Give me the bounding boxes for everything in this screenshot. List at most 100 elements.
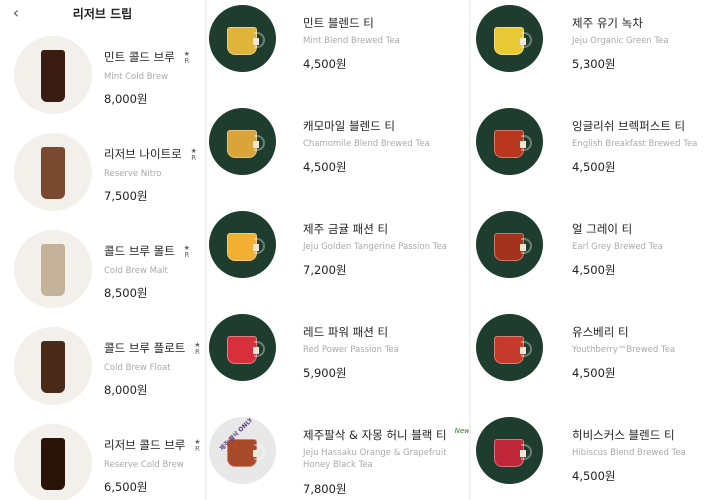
glass-icon (41, 438, 65, 490)
product-english-name: Jeju Golden Tangerine Passion Tea (303, 242, 447, 252)
glass-icon (41, 244, 65, 296)
product-price: 4,500원 (572, 160, 616, 174)
tea-tag-icon (253, 450, 259, 457)
menu-item[interactable]: 얼 그레이 티 Earl Grey Brewed Tea 4,500원 (471, 208, 710, 311)
new-badge: New (454, 427, 469, 435)
product-name: 유스베리 티 (572, 324, 629, 340)
product-english-name: Reserve Cold Brew (104, 460, 184, 470)
product-english-name: Mint Cold Brew (104, 72, 169, 82)
menu-item[interactable]: 캐모마일 블렌드 티 Chamomile Blend Brewed Tea 4,50… (207, 105, 469, 208)
menu-item[interactable]: 콜드 브루 몰트 ★ R Cold Brew Malt 8,500원 (0, 228, 205, 325)
product-price: 4,500원 (572, 469, 616, 483)
product-price: 5,300원 (572, 57, 616, 71)
menu-item[interactable]: 콜드 브루 플로트 ★ R Cold Brew Float 8,000원 (0, 325, 205, 422)
product-name-text: 제주팔삭 & 자몽 허니 블랙 티 (303, 428, 447, 442)
tea-tag-icon (253, 38, 259, 45)
product-english-name: Earl Grey Brewed Tea (572, 242, 663, 252)
menu-item[interactable]: 리저브 콜드 브루 ★ R Reserve Cold Brew 6,500원 (0, 422, 205, 500)
reserve-star-icon: ★ R (183, 243, 190, 259)
product-price: 6,500원 (104, 480, 148, 494)
product-image (14, 327, 92, 405)
product-name: 얼 그레이 티 (572, 221, 632, 237)
product-image (14, 230, 92, 308)
product-english-name: Jeju Organic Green Tea (572, 36, 669, 46)
product-name-text: 민트 블렌드 티 (303, 16, 374, 30)
menu-item[interactable]: 레드 파워 패션 티 Red Power Passion Tea 5,900원 (207, 311, 469, 414)
product-english-name: Chamomile Blend Brewed Tea (303, 139, 430, 149)
tea-tag-icon (520, 450, 526, 457)
product-image (14, 36, 92, 114)
product-name: 콜드 브루 플로트 ★ R (104, 340, 203, 356)
product-price: 7,200원 (303, 263, 347, 277)
product-price: 8,000원 (104, 383, 148, 397)
product-name-text: 제주 금귤 패션 티 (303, 222, 389, 236)
product-image (476, 211, 543, 278)
menu-item[interactable]: 제주 팔삭 ONLY 제주팔삭 & 자몽 허니 블랙 티 New Jeju Hassa… (207, 414, 469, 500)
product-name-text: 제주 유기 녹차 (572, 16, 643, 30)
tea-tag-icon (520, 38, 526, 45)
top-bar: ‹ 리저브 드립 (0, 0, 205, 34)
product-name: 레드 파워 패션 티 (303, 324, 388, 340)
product-english-name: Cold Brew Float (104, 363, 171, 373)
product-name: 제주팔삭 & 자몽 허니 블랙 티 New (303, 427, 469, 443)
product-price: 4,500원 (572, 366, 616, 380)
tea-list-panel-2: 제주 유기 녹차 Jeju Organic Green Tea 5,300원잉글리쉬… (471, 0, 710, 500)
product-name: 리저브 콜드 브루 ★ R (104, 437, 203, 453)
product-name-text: 캐모마일 블렌드 티 (303, 119, 395, 133)
product-english-name: Mint Blend Brewed Tea (303, 36, 400, 46)
product-image (476, 108, 543, 175)
tea-tag-icon (520, 347, 526, 354)
product-name: 잉글리쉬 브렉퍼스트 티 (572, 118, 685, 134)
menu-item[interactable]: 제주 금귤 패션 티 Jeju Golden Tangerine Passion … (207, 208, 469, 311)
product-name-text: 콜드 브루 몰트 (104, 244, 175, 258)
product-english-name: Youthberry™Brewed Tea (572, 345, 676, 355)
tea-tag-icon (253, 141, 259, 148)
glass-icon (41, 50, 65, 102)
product-english-name: Jeju Hassaku Orange & Grapefruit Honey B… (303, 448, 447, 470)
menu-item[interactable]: 리저브 나이트로 ★ R Reserve Nitro 7,500원 (0, 131, 205, 228)
product-name-text: 유스베리 티 (572, 325, 629, 339)
product-image (14, 133, 92, 211)
menu-item[interactable]: 히비스커스 블렌드 티 Hibiscus Blend Brewed Tea 4,50… (471, 414, 710, 500)
product-image (209, 314, 276, 381)
product-price: 4,500원 (303, 57, 347, 71)
menu-item[interactable]: 제주 유기 녹차 Jeju Organic Green Tea 5,300원 (471, 2, 710, 105)
menu-item[interactable]: 민트 콜드 브루 ★ R Mint Cold Brew 8,000원 (0, 34, 205, 131)
product-image (209, 108, 276, 175)
menu-item[interactable]: 잉글리쉬 브렉퍼스트 티 English Breakfast Brewed Tea… (471, 105, 710, 208)
menu-item[interactable]: 유스베리 티 Youthberry™Brewed Tea 4,500원 (471, 311, 710, 414)
tea-tag-icon (253, 244, 259, 251)
product-english-name: English Breakfast Brewed Tea (572, 139, 698, 149)
product-image (476, 417, 543, 484)
product-name-text: 콜드 브루 플로트 (104, 341, 186, 355)
glass-icon (41, 147, 65, 199)
product-name-text: 민트 콜드 브루 (104, 50, 175, 64)
reserve-star-icon: ★ R (194, 437, 201, 453)
product-price: 8,500원 (104, 286, 148, 300)
product-image (209, 5, 276, 72)
tea-tag-icon (253, 347, 259, 354)
glass-icon (41, 341, 65, 393)
page-title: 리저브 드립 (72, 7, 133, 21)
menu-item[interactable]: 민트 블렌드 티 Mint Blend Brewed Tea 4,500원 (207, 2, 469, 105)
product-english-name: Cold Brew Malt (104, 266, 168, 276)
product-name: 히비스커스 블렌드 티 (572, 427, 675, 443)
product-english-name: Hibiscus Blend Brewed Tea (572, 448, 686, 458)
product-name-text: 얼 그레이 티 (572, 222, 633, 236)
product-name-text: 리저브 나이트로 (104, 147, 182, 161)
reserve-drip-panel: ‹ 리저브 드립 민트 콜드 브루 ★ R Mint Cold Brew 8,000원 리… (0, 0, 205, 500)
product-image: 제주 팔삭 ONLY (209, 417, 276, 484)
reserve-star-icon: ★ R (194, 340, 201, 356)
product-price: 4,500원 (572, 263, 616, 277)
product-name: 캐모마일 블렌드 티 (303, 118, 395, 134)
product-name: 제주 유기 녹차 (572, 15, 643, 31)
product-name-text: 레드 파워 패션 티 (303, 325, 389, 339)
product-english-name: Reserve Nitro (104, 169, 162, 179)
product-name: 제주 금귤 패션 티 (303, 221, 388, 237)
product-image (476, 314, 543, 381)
product-price: 4,500원 (303, 160, 347, 174)
product-name: 콜드 브루 몰트 ★ R (104, 243, 193, 259)
product-image (476, 5, 543, 72)
reserve-star-icon: ★ R (183, 49, 190, 65)
product-price: 7,800원 (303, 482, 347, 496)
